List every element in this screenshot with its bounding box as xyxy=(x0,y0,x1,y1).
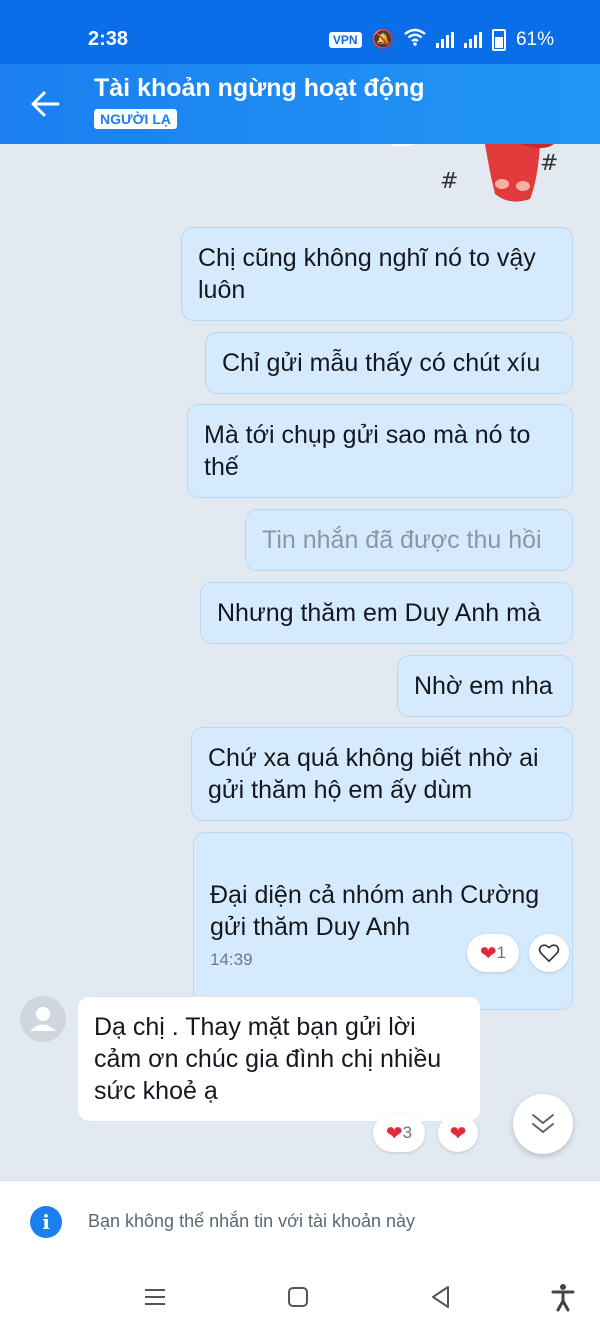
home-icon[interactable] xyxy=(283,1282,313,1312)
back-arrow-icon[interactable] xyxy=(26,84,66,124)
signal-icon-2 xyxy=(463,31,482,48)
message-text: Đại diện cả nhóm anh Cường gửi thăm Duy … xyxy=(210,881,540,941)
reaction-summary[interactable]: ❤ 1 xyxy=(467,934,519,972)
chat-header: Tài khoản ngừng hoạt động NGƯỜI LẠ xyxy=(0,64,600,144)
heart-icon: ❤ xyxy=(479,942,497,965)
vpn-icon: VPN xyxy=(328,31,362,48)
chat-title[interactable]: Tài khoản ngừng hoạt động xyxy=(94,74,425,103)
react-button[interactable]: ❤ xyxy=(438,1114,478,1152)
status-time: 2:38 xyxy=(88,28,129,50)
accessibility-icon[interactable] xyxy=(548,1282,578,1312)
reaction-count: 3 xyxy=(402,1123,413,1142)
system-navigation-bar xyxy=(0,1260,600,1333)
status-icons: VPN 🔕 61% xyxy=(328,28,554,51)
heart-icon: ❤ xyxy=(449,1122,467,1145)
signal-icon xyxy=(435,31,454,48)
battery-percent: 61% xyxy=(515,28,554,50)
mute-icon: 🔕 xyxy=(371,29,394,49)
scroll-to-bottom-button[interactable] xyxy=(513,1094,573,1154)
message-bubble-incoming[interactable]: Dạ chị . Thay mặt bạn gửi lời cảm ơn chú… xyxy=(77,996,481,1122)
avatar[interactable] xyxy=(20,996,66,1042)
battery-icon xyxy=(491,28,506,51)
message-bubble-outgoing[interactable]: Mà tới chụp gửi sao mà nó to thế xyxy=(187,404,573,498)
back-icon[interactable] xyxy=(426,1282,456,1312)
svg-text:#: # xyxy=(540,151,558,176)
status-bar: 2:38 VPN 🔕 61% xyxy=(0,0,600,64)
svg-text:#: # xyxy=(440,169,458,194)
message-bubble-outgoing[interactable]: Chị cũng không nghĩ nó to vậy luôn xyxy=(181,227,573,321)
message-bubble-outgoing[interactable]: Chỉ gửi mẫu thấy có chút xíu xyxy=(205,332,573,394)
blocked-notice: i Bạn không thể nhắn tin với tài khoản n… xyxy=(0,1180,600,1261)
heart-outline-icon xyxy=(538,944,560,963)
wifi-icon xyxy=(404,28,426,51)
reaction-summary[interactable]: ❤ 3 xyxy=(373,1114,425,1152)
message-bubble-outgoing[interactable]: Đại diện cả nhóm anh Cường gửi thăm Duy … xyxy=(193,832,573,1010)
message-list[interactable]: # # Chị cũng không nghĩ nó to vậy luôn C… xyxy=(0,144,600,1180)
message-bubble-outgoing[interactable]: Nhưng thăm em Duy Anh mà xyxy=(200,582,573,644)
info-icon: i xyxy=(30,1206,62,1238)
menu-icon[interactable] xyxy=(140,1282,170,1312)
reaction-count: 1 xyxy=(496,943,507,962)
notice-text: Bạn không thể nhắn tin với tài khoản này xyxy=(88,1211,416,1231)
sticker-image[interactable]: # # xyxy=(386,144,560,214)
stranger-badge: NGƯỜI LẠ xyxy=(94,109,177,129)
heart-icon: ❤ xyxy=(385,1122,403,1145)
react-button[interactable] xyxy=(529,934,569,972)
double-chevron-down-icon xyxy=(532,1114,554,1133)
message-bubble-outgoing[interactable]: Chứ xa quá không biết nhờ ai gửi thăm hộ… xyxy=(191,727,573,821)
recalled-message-bubble[interactable]: Tin nhắn đã được thu hồi xyxy=(245,509,573,571)
message-bubble-outgoing[interactable]: Nhờ em nha xyxy=(397,655,573,717)
